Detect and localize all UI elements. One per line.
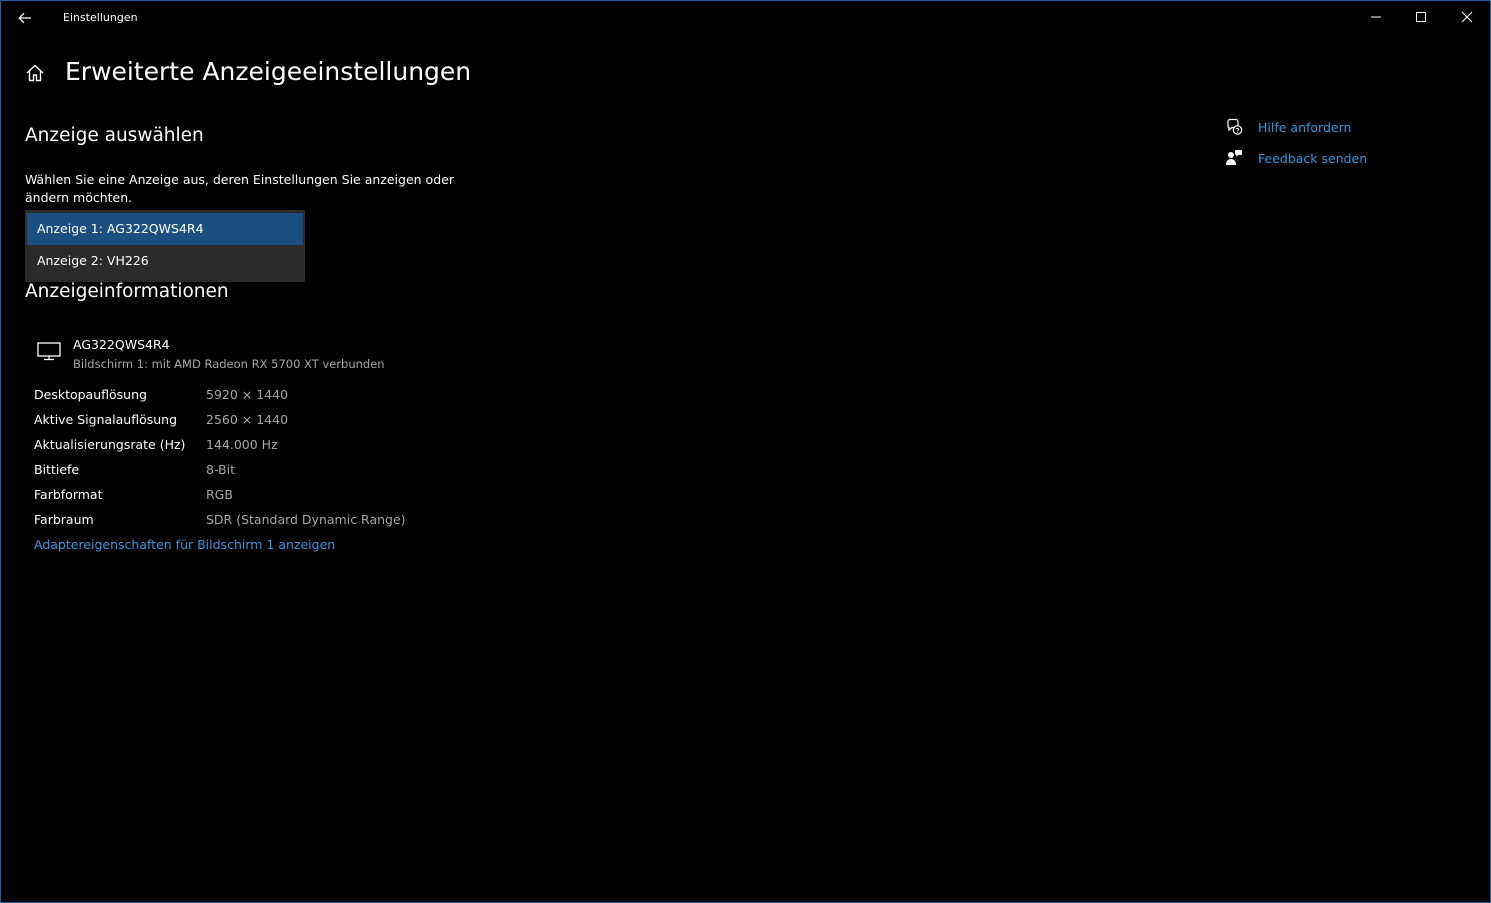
adapter-properties-link[interactable]: Adaptereigenschaften für Bildschirm 1 an… — [34, 537, 335, 552]
page-title: Erweiterte Anzeigeeinstellungen — [65, 57, 472, 86]
select-display-description: Wählen Sie eine Anzeige aus, deren Einst… — [25, 172, 454, 205]
close-button[interactable] — [1444, 2, 1490, 32]
info-value-refresh-rate: 144.000 Hz — [206, 437, 278, 452]
feedback-icon — [1224, 148, 1244, 168]
back-arrow-icon — [18, 12, 31, 24]
info-label-refresh-rate: Aktualisierungsrate (Hz) — [34, 437, 186, 452]
app-title: Einstellungen — [63, 11, 138, 24]
display-info-heading: Anzeigeinformationen — [25, 281, 229, 302]
monitor-name: AG322QWS4R4 — [73, 337, 170, 352]
close-icon — [1461, 11, 1473, 23]
feedback-link-label: Feedback senden — [1258, 150, 1368, 166]
maximize-button[interactable] — [1398, 2, 1444, 32]
display-option-2[interactable]: Anzeige 2: VH226 — [27, 245, 303, 277]
info-value-color-format: RGB — [206, 487, 233, 502]
info-label-active-signal-resolution: Aktive Signalauflösung — [34, 412, 178, 427]
monitor-subtitle: Bildschirm 1: mit AMD Radeon RX 5700 XT … — [73, 357, 385, 371]
help-link[interactable]: Hilfe anfordern — [1224, 116, 1351, 138]
minimize-icon — [1371, 16, 1381, 18]
info-value-bit-depth: 8-Bit — [206, 462, 235, 477]
feedback-link[interactable]: Feedback senden — [1224, 147, 1367, 169]
minimize-button[interactable] — [1353, 2, 1399, 32]
title-bar: Einstellungen — [1, 1, 1490, 33]
home-icon[interactable] — [24, 62, 46, 84]
select-display-heading: Anzeige auswählen — [25, 125, 204, 146]
help-link-label: Hilfe anfordern — [1258, 119, 1352, 135]
info-label-color-space: Farbraum — [34, 512, 94, 527]
display-dropdown-list[interactable]: Anzeige 1: AG322QWS4R4 Anzeige 2: VH226 — [25, 210, 305, 282]
info-label-desktop-resolution: Desktopauflösung — [34, 387, 147, 402]
display-option-1[interactable]: Anzeige 1: AG322QWS4R4 — [27, 213, 303, 245]
monitor-icon — [36, 340, 62, 362]
info-value-desktop-resolution: 5920 × 1440 — [206, 387, 289, 402]
back-button[interactable] — [11, 7, 39, 29]
info-value-color-space: SDR (Standard Dynamic Range) — [206, 512, 406, 527]
info-label-bit-depth: Bittiefe — [34, 462, 80, 477]
help-chat-icon — [1224, 117, 1244, 137]
maximize-icon — [1416, 12, 1426, 22]
info-value-active-signal-resolution: 2560 × 1440 — [206, 412, 289, 427]
info-label-color-format: Farbformat — [34, 487, 103, 502]
